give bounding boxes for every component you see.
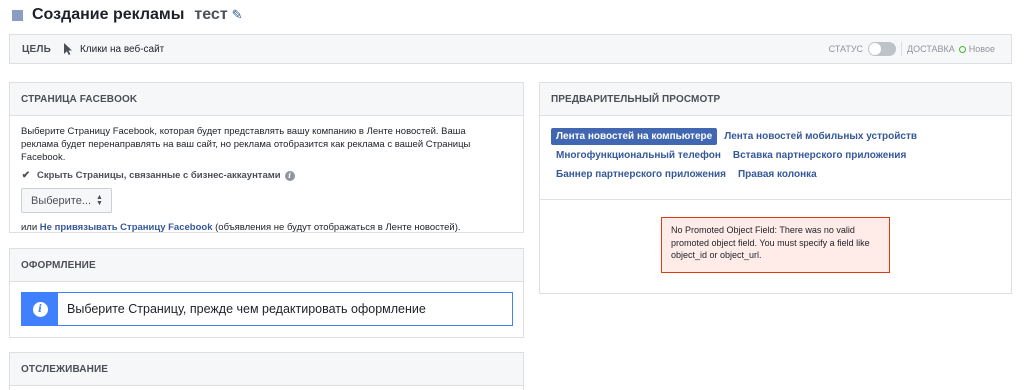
preview-tabs: Лента новостей на компьютере Лента новос…: [551, 127, 991, 184]
info-circle-icon: i: [32, 301, 48, 317]
unlink-prefix: или: [21, 222, 40, 233]
sort-arrows-icon: ▲ ▼: [96, 193, 103, 207]
design-header: ОФОРМЛЕНИЕ: [10, 249, 523, 282]
tab-desktop-news-feed[interactable]: Лента новостей на компьютере: [551, 128, 718, 145]
cursor-icon: [63, 42, 73, 56]
tracking-panel: ОТСЛЕЖИВАНИЕ: [9, 352, 524, 390]
preview-panel: ПРЕДВАРИТЕЛЬНЫЙ ПРОСМОТР Лента новостей …: [539, 82, 1012, 294]
info-box-side: i: [22, 293, 58, 325]
tab-right-column[interactable]: Правая колонка: [733, 166, 822, 183]
goal-value: Клики на веб-сайт: [79, 43, 165, 55]
design-info-box: i Выберите Страницу, прежде чем редактир…: [21, 292, 513, 326]
pencil-icon[interactable]: ✎: [232, 7, 243, 23]
preview-header: ПРЕДВАРИТЕЛЬНЫЙ ПРОСМОТР: [540, 83, 1011, 116]
status-toggle[interactable]: [868, 42, 897, 56]
tab-mobile-news-feed[interactable]: Лента новостей мобильных устройств: [719, 128, 922, 145]
hide-pages-label: Скрыть Страницы, связанные с бизнес-акка…: [37, 170, 281, 181]
unlink-row: или Не привязывать Страницу Facebook (об…: [21, 222, 512, 233]
ad-name[interactable]: тест: [194, 6, 227, 24]
preview-error-box: No Promoted Object Field: There was no v…: [661, 217, 890, 273]
divider: [540, 199, 1011, 200]
facebook-page-header: СТРАНИЦА FACEBOOK: [10, 83, 523, 116]
goal-bar: ЦЕЛЬ Клики на веб-сайт СТАТУС ДОСТАВКА Н…: [9, 34, 1012, 64]
toggle-knob: [869, 43, 882, 55]
divider: [901, 42, 903, 56]
tab-audience-network-banner[interactable]: Баннер партнерского приложения: [551, 166, 731, 183]
design-info-text: Выберите Страницу, прежде чем редактиров…: [67, 302, 426, 316]
page-select-label: Выберите...: [31, 194, 92, 207]
status-label: СТАТУС: [828, 44, 864, 54]
tab-feature-phone[interactable]: Многофункциональный телефон: [551, 147, 726, 164]
design-panel: ОФОРМЛЕНИЕ i Выберите Страницу, прежде ч…: [9, 248, 524, 338]
title-square-icon: [12, 9, 23, 21]
delivery-value: Новое: [968, 44, 995, 54]
tracking-header: ОТСЛЕЖИВАНИЕ: [10, 353, 523, 386]
tab-audience-network-native[interactable]: Вставка партнерского приложения: [728, 147, 911, 164]
facebook-page-description: Выберите Страницу Facebook, которая буде…: [21, 126, 471, 163]
checkmark-icon[interactable]: ✔: [21, 170, 31, 181]
no-page-link[interactable]: Не привязывать Страницу Facebook: [40, 222, 213, 233]
facebook-page-panel: СТРАНИЦА FACEBOOK Выберите Страницу Face…: [9, 82, 524, 233]
delivery-status-dot-icon: [958, 45, 966, 53]
page-select-dropdown[interactable]: Выберите... ▲ ▼: [21, 188, 112, 213]
goal-label: ЦЕЛЬ: [22, 43, 51, 55]
hide-pages-checkbox-row[interactable]: ✔ Скрыть Страницы, связанные с бизнес-ак…: [21, 170, 512, 181]
unlink-suffix: (объявления не будут отображаться в Лент…: [212, 222, 461, 233]
page-header: Создание рекламы тест ✎: [0, 0, 1024, 30]
info-icon[interactable]: i: [284, 170, 295, 181]
delivery-label: ДОСТАВКА: [907, 44, 955, 54]
page-title: Создание рекламы: [32, 6, 185, 23]
